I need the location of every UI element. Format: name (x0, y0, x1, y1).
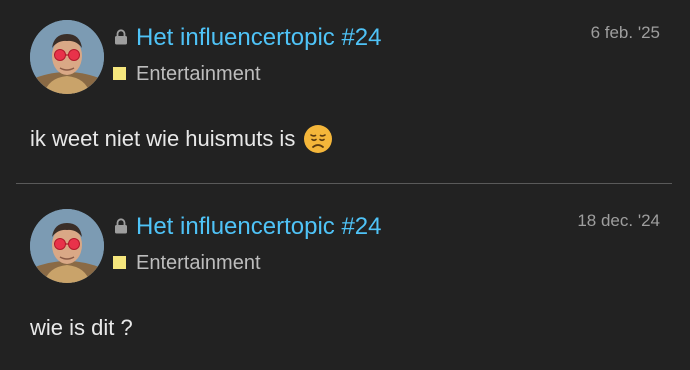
lock-icon (115, 218, 127, 234)
topic-title-link[interactable]: Het influencertopic #24 (136, 24, 381, 52)
post-item: Het influencertopic #24 Entertainment 6 … (0, 0, 690, 184)
lock-icon (115, 29, 127, 45)
category-label[interactable]: Entertainment (136, 251, 261, 275)
disappointed-face-emoji-icon (304, 125, 333, 153)
avatar[interactable] (30, 20, 104, 94)
topic-title-link[interactable]: Het influencertopic #24 (136, 213, 381, 241)
category-badge-square (113, 67, 126, 80)
post-body-text: wie is dit ? (30, 315, 133, 340)
category-label[interactable]: Entertainment (136, 62, 261, 86)
post-date[interactable]: 6 feb. '25 (591, 22, 660, 44)
post-item: Het influencertopic #24 Entertainment 18… (0, 184, 690, 370)
post-body: wie is dit ? (30, 313, 133, 343)
post-body-text: ik weet niet wie huismuts is (30, 126, 296, 151)
post-date[interactable]: 18 dec. '24 (577, 210, 660, 232)
post-body: ik weet niet wie huismuts is (30, 124, 333, 154)
avatar[interactable] (30, 209, 104, 283)
category-badge-square (113, 256, 126, 269)
